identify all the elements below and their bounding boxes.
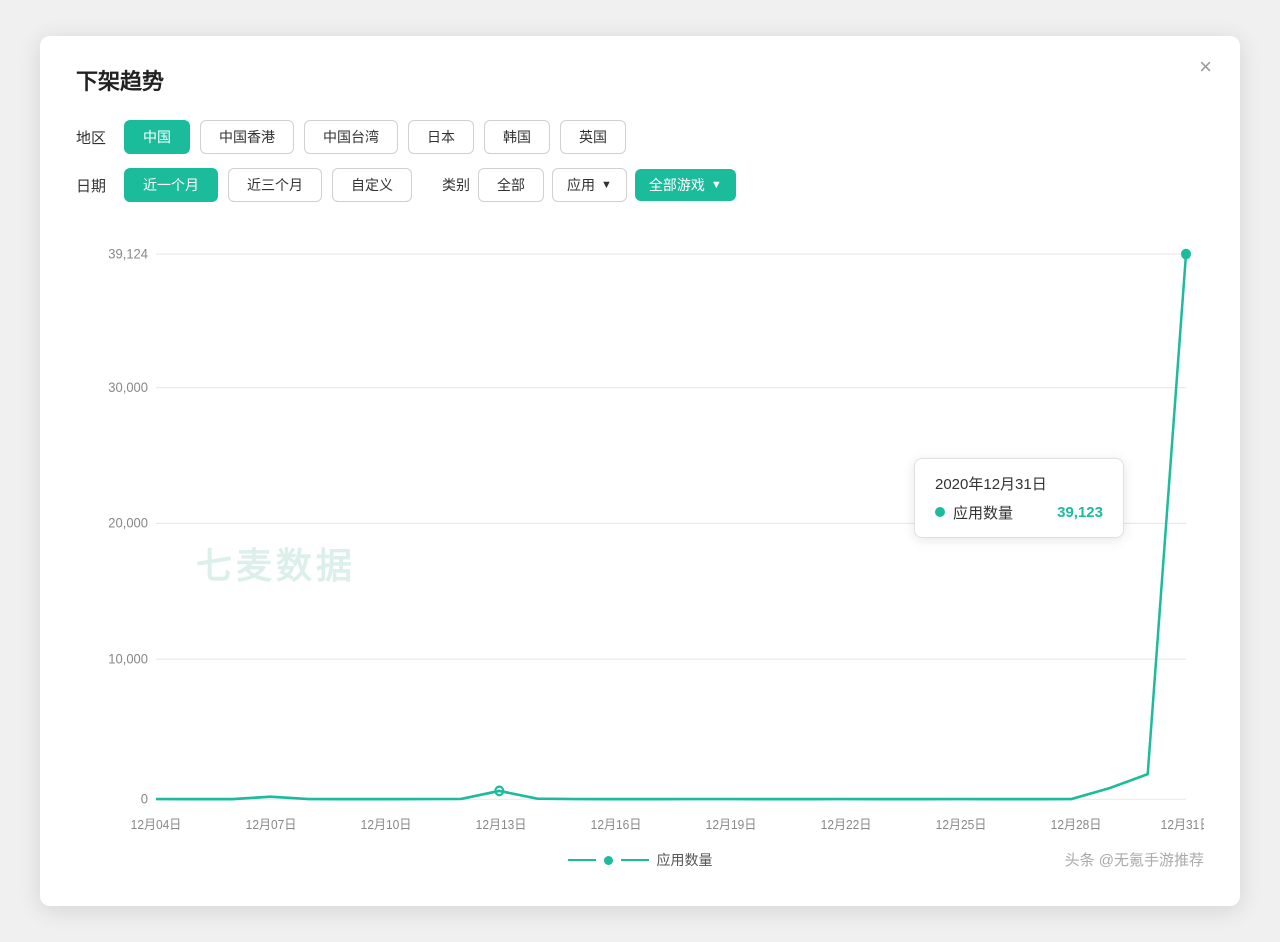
svg-text:12月04日: 12月04日 (131, 818, 182, 832)
region-filter-row: 地区 中国 中国香港 中国台湾 日本 韩国 英国 (76, 120, 1204, 154)
date-filter-row: 日期 近一个月 近三个月 自定义 类别 全部 应用 ▼ 全部游戏 ▼ (76, 168, 1204, 202)
date-one-month[interactable]: 近一个月 (124, 168, 218, 202)
chart-tooltip: 2020年12月31日 应用数量 39,123 (914, 458, 1124, 538)
legend-label: 应用数量 (657, 850, 713, 870)
close-button[interactable]: × (1199, 56, 1212, 78)
svg-text:39,124: 39,124 (108, 246, 148, 261)
svg-text:12月25日: 12月25日 (936, 818, 987, 832)
category-all[interactable]: 全部 (478, 168, 544, 202)
region-japan[interactable]: 日本 (408, 120, 474, 154)
svg-text:12月19日: 12月19日 (706, 818, 757, 832)
dialog-title: 下架趋势 (76, 64, 1204, 96)
svg-text:12月16日: 12月16日 (591, 818, 642, 832)
game-type-select[interactable]: 全部游戏 ▼ (635, 169, 736, 201)
date-custom[interactable]: 自定义 (332, 168, 412, 202)
svg-text:12月22日: 12月22日 (821, 818, 872, 832)
svg-text:12月28日: 12月28日 (1051, 818, 1102, 832)
category-select-group: 类别 全部 应用 ▼ 全部游戏 ▼ (442, 168, 736, 202)
tooltip-value: 39,123 (1057, 504, 1103, 521)
chart-peak-dot (1181, 249, 1191, 260)
tooltip-date: 2020年12月31日 (935, 473, 1103, 494)
date-label: 日期 (76, 175, 106, 196)
region-label: 地区 (76, 127, 106, 148)
svg-text:20,000: 20,000 (108, 515, 148, 530)
game-dropdown-arrow-icon: ▼ (711, 179, 722, 191)
svg-text:0: 0 (141, 791, 148, 806)
region-china[interactable]: 中国 (124, 120, 190, 154)
chart-area: 七麦数据 39,124 30,000 20,000 10,000 0 12月04… (76, 222, 1204, 842)
category-label: 类别 (442, 175, 470, 195)
app-type-select[interactable]: 应用 ▼ (552, 168, 627, 202)
legend-dot-icon (604, 856, 613, 865)
dropdown-arrow-icon: ▼ (601, 179, 612, 191)
tooltip-row: 应用数量 39,123 (935, 502, 1103, 523)
region-uk[interactable]: 英国 (560, 120, 626, 154)
svg-text:30,000: 30,000 (108, 380, 148, 395)
svg-text:12月13日: 12月13日 (476, 818, 527, 832)
svg-text:12月31日: 12月31日 (1161, 818, 1204, 832)
region-korea[interactable]: 韩国 (484, 120, 550, 154)
svg-text:10,000: 10,000 (108, 651, 148, 666)
chart-legend: 应用数量 (76, 850, 1204, 870)
tooltip-key: 应用数量 (953, 502, 1013, 523)
svg-text:12月10日: 12月10日 (361, 818, 412, 832)
tooltip-series-dot (935, 507, 945, 517)
date-three-months[interactable]: 近三个月 (228, 168, 322, 202)
svg-text:12月07日: 12月07日 (246, 818, 297, 832)
legend-line-icon-2 (621, 859, 649, 861)
region-hongkong[interactable]: 中国香港 (200, 120, 294, 154)
region-taiwan[interactable]: 中国台湾 (304, 120, 398, 154)
footer-credit: 头条 @无氪手游推荐 (1065, 849, 1204, 870)
legend-line-icon (568, 859, 596, 861)
dialog: × 下架趋势 地区 中国 中国香港 中国台湾 日本 韩国 英国 日期 近一个月 … (40, 36, 1240, 906)
